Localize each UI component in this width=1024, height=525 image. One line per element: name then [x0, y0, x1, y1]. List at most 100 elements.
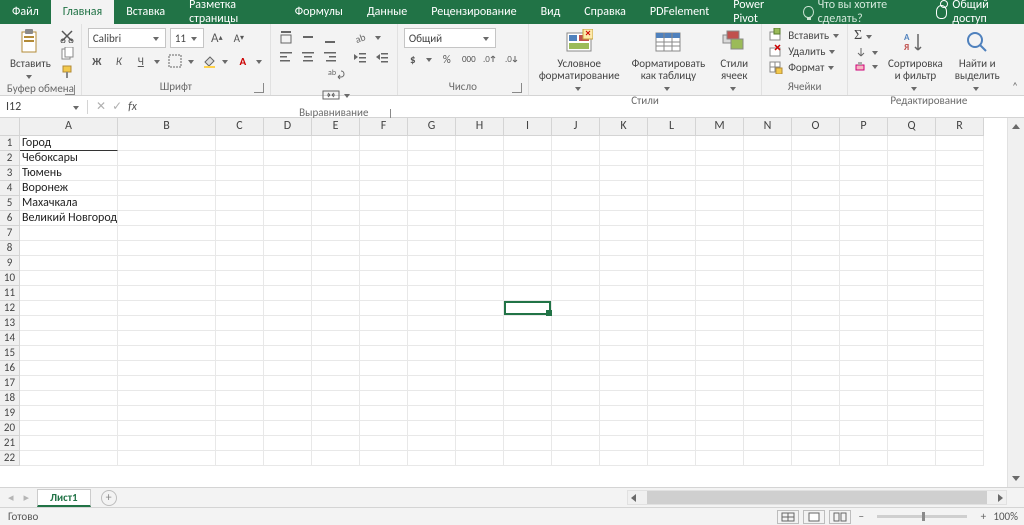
column-header[interactable]: D: [264, 118, 312, 136]
cell[interactable]: [118, 136, 216, 151]
cell[interactable]: [216, 211, 264, 226]
cell[interactable]: [264, 331, 312, 346]
increase-decimal-button[interactable]: .0: [482, 50, 500, 68]
cell[interactable]: [696, 421, 744, 436]
cell[interactable]: [118, 181, 216, 196]
column-header[interactable]: C: [216, 118, 264, 136]
tab-pdfelement[interactable]: PDFelement: [638, 0, 721, 24]
cell[interactable]: [504, 181, 552, 196]
cell[interactable]: [216, 286, 264, 301]
cell[interactable]: [456, 241, 504, 256]
cell[interactable]: [408, 241, 456, 256]
cell[interactable]: [552, 286, 600, 301]
column-header[interactable]: R: [936, 118, 984, 136]
cell[interactable]: [600, 316, 648, 331]
cell[interactable]: [312, 166, 360, 181]
cell[interactable]: [216, 181, 264, 196]
row-header[interactable]: 1: [0, 136, 20, 151]
cell[interactable]: [840, 406, 888, 421]
cell[interactable]: [216, 421, 264, 436]
cell[interactable]: [456, 406, 504, 421]
format-as-table-button[interactable]: Форматировать как таблицу: [628, 28, 710, 92]
cell[interactable]: [456, 451, 504, 466]
cell[interactable]: [600, 166, 648, 181]
cell[interactable]: [360, 406, 408, 421]
cell[interactable]: [504, 136, 552, 151]
cell[interactable]: [600, 241, 648, 256]
cell[interactable]: [552, 136, 600, 151]
column-header[interactable]: O: [792, 118, 840, 136]
cell[interactable]: [118, 286, 216, 301]
cell[interactable]: [696, 316, 744, 331]
underline-button[interactable]: Ч: [132, 52, 150, 70]
cell[interactable]: [648, 436, 696, 451]
cell[interactable]: [936, 256, 984, 271]
cell[interactable]: [264, 406, 312, 421]
decrease-indent-button[interactable]: [351, 48, 369, 66]
cell[interactable]: [744, 256, 792, 271]
fill-color-button[interactable]: [200, 52, 218, 70]
cell[interactable]: [216, 316, 264, 331]
cell[interactable]: [504, 286, 552, 301]
column-header[interactable]: K: [600, 118, 648, 136]
cell[interactable]: [552, 451, 600, 466]
cell[interactable]: [744, 346, 792, 361]
cell[interactable]: [792, 451, 840, 466]
zoom-slider[interactable]: [877, 515, 967, 518]
tab-page-layout[interactable]: Разметка страницы: [177, 0, 283, 24]
cell[interactable]: [360, 316, 408, 331]
cell[interactable]: [648, 181, 696, 196]
cell[interactable]: [408, 421, 456, 436]
cell[interactable]: [744, 136, 792, 151]
cell[interactable]: [504, 346, 552, 361]
font-size-combo[interactable]: 11: [170, 28, 204, 48]
cell[interactable]: [936, 406, 984, 421]
cell[interactable]: [264, 181, 312, 196]
cell[interactable]: [840, 136, 888, 151]
cell[interactable]: [504, 166, 552, 181]
cell[interactable]: [936, 421, 984, 436]
cell[interactable]: [792, 406, 840, 421]
cell[interactable]: [360, 376, 408, 391]
cell[interactable]: [408, 211, 456, 226]
cell[interactable]: [600, 151, 648, 166]
row-header[interactable]: 3: [0, 166, 20, 181]
cell[interactable]: [118, 421, 216, 436]
cell[interactable]: [792, 196, 840, 211]
cell[interactable]: [20, 226, 118, 241]
comma-format-button[interactable]: 000: [460, 50, 478, 68]
scroll-left-button[interactable]: [628, 494, 639, 502]
cell[interactable]: [600, 361, 648, 376]
cell[interactable]: [504, 436, 552, 451]
cell[interactable]: [20, 376, 118, 391]
cell[interactable]: [456, 166, 504, 181]
cell[interactable]: [504, 316, 552, 331]
cell[interactable]: [264, 166, 312, 181]
tab-file[interactable]: Файл: [0, 0, 51, 24]
cell[interactable]: [504, 451, 552, 466]
cell[interactable]: [792, 241, 840, 256]
cell[interactable]: [118, 211, 216, 226]
row-header[interactable]: 2: [0, 151, 20, 166]
orientation-button[interactable]: ab: [353, 28, 371, 46]
cell[interactable]: [20, 331, 118, 346]
cells-area[interactable]: ГородЧебоксарыТюменьВоронежМахачкалаВели…: [20, 136, 984, 466]
cell[interactable]: [840, 451, 888, 466]
cell[interactable]: [792, 226, 840, 241]
italic-button[interactable]: К: [110, 52, 128, 70]
sort-filter-button[interactable]: АЯ Сортировка и фильтр: [884, 28, 947, 92]
cell[interactable]: [312, 271, 360, 286]
dialog-launcher-icon[interactable]: [65, 85, 75, 95]
cell[interactable]: [696, 346, 744, 361]
cell[interactable]: [648, 241, 696, 256]
cell[interactable]: [888, 286, 936, 301]
cell[interactable]: [312, 436, 360, 451]
cell[interactable]: [744, 436, 792, 451]
cell[interactable]: [696, 166, 744, 181]
cell[interactable]: [456, 286, 504, 301]
scroll-right-button[interactable]: [995, 494, 1006, 502]
cell[interactable]: [888, 346, 936, 361]
find-select-button[interactable]: Найти и выделить: [951, 28, 1004, 92]
cell[interactable]: [696, 256, 744, 271]
cell[interactable]: [936, 196, 984, 211]
